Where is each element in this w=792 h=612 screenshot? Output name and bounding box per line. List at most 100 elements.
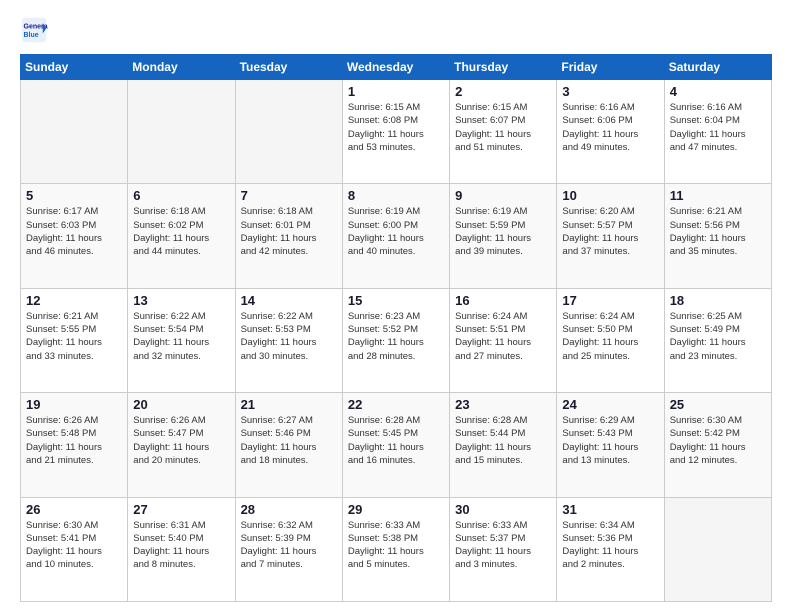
day-info: Sunrise: 6:21 AMSunset: 5:55 PMDaylight:… xyxy=(26,310,122,363)
calendar-table: SundayMondayTuesdayWednesdayThursdayFrid… xyxy=(20,54,772,602)
day-number: 22 xyxy=(348,397,444,412)
calendar-cell: 29 Sunrise: 6:33 AMSunset: 5:38 PMDayligh… xyxy=(342,497,449,601)
day-number: 10 xyxy=(562,188,658,203)
day-info: Sunrise: 6:18 AMSunset: 6:02 PMDaylight:… xyxy=(133,205,229,258)
day-number: 31 xyxy=(562,502,658,517)
calendar-cell: 4 Sunrise: 6:16 AMSunset: 6:04 PMDaylight… xyxy=(664,80,771,184)
calendar-cell xyxy=(235,80,342,184)
calendar-cell: 6 Sunrise: 6:18 AMSunset: 6:02 PMDaylight… xyxy=(128,184,235,288)
day-info: Sunrise: 6:29 AMSunset: 5:43 PMDaylight:… xyxy=(562,414,658,467)
calendar-cell: 1 Sunrise: 6:15 AMSunset: 6:08 PMDaylight… xyxy=(342,80,449,184)
calendar-cell: 2Sunrise: 6:15 AMSunset: 6:07 PMDaylight… xyxy=(450,80,557,184)
calendar-cell: 20 Sunrise: 6:26 AMSunset: 5:47 PMDayligh… xyxy=(128,393,235,497)
day-info: Sunrise: 6:23 AMSunset: 5:52 PMDaylight:… xyxy=(348,310,444,363)
day-info: Sunrise: 6:27 AMSunset: 5:46 PMDaylight:… xyxy=(241,414,337,467)
calendar-week-row: 19 Sunrise: 6:26 AMSunset: 5:48 PMDayligh… xyxy=(21,393,772,497)
header: General Blue xyxy=(20,16,772,44)
day-number: 26 xyxy=(26,502,122,517)
calendar-cell: 10 Sunrise: 6:20 AMSunset: 5:57 PMDayligh… xyxy=(557,184,664,288)
day-number: 19 xyxy=(26,397,122,412)
day-info: Sunrise: 6:25 AMSunset: 5:49 PMDaylight:… xyxy=(670,310,766,363)
logo-icon: General Blue xyxy=(20,16,48,44)
calendar-week-row: 5 Sunrise: 6:17 AMSunset: 6:03 PMDaylight… xyxy=(21,184,772,288)
day-number: 4 xyxy=(670,84,766,99)
day-info: Sunrise: 6:15 AMSunset: 6:08 PMDaylight:… xyxy=(348,101,444,154)
day-info: Sunrise: 6:19 AMSunset: 5:59 PMDaylight:… xyxy=(455,205,551,258)
calendar-cell: 15 Sunrise: 6:23 AMSunset: 5:52 PMDayligh… xyxy=(342,288,449,392)
day-number: 5 xyxy=(26,188,122,203)
day-number: 23 xyxy=(455,397,551,412)
day-info: Sunrise: 6:22 AMSunset: 5:54 PMDaylight:… xyxy=(133,310,229,363)
day-info: Sunrise: 6:21 AMSunset: 5:56 PMDaylight:… xyxy=(670,205,766,258)
day-number: 6 xyxy=(133,188,229,203)
day-info: Sunrise: 6:16 AMSunset: 6:04 PMDaylight:… xyxy=(670,101,766,154)
day-number: 9 xyxy=(455,188,551,203)
calendar-week-row: 1 Sunrise: 6:15 AMSunset: 6:08 PMDaylight… xyxy=(21,80,772,184)
calendar-cell: 26 Sunrise: 6:30 AMSunset: 5:41 PMDayligh… xyxy=(21,497,128,601)
calendar-day-header: Wednesday xyxy=(342,55,449,80)
day-number: 1 xyxy=(348,84,444,99)
day-info: Sunrise: 6:30 AMSunset: 5:42 PMDaylight:… xyxy=(670,414,766,467)
calendar-cell: 23 Sunrise: 6:28 AMSunset: 5:44 PMDayligh… xyxy=(450,393,557,497)
calendar-cell: 5 Sunrise: 6:17 AMSunset: 6:03 PMDaylight… xyxy=(21,184,128,288)
calendar-cell: 22 Sunrise: 6:28 AMSunset: 5:45 PMDayligh… xyxy=(342,393,449,497)
day-number: 15 xyxy=(348,293,444,308)
logo: General Blue xyxy=(20,16,52,44)
calendar-day-header: Sunday xyxy=(21,55,128,80)
page: General Blue SundayMondayTuesdayWednesda… xyxy=(0,0,792,612)
day-info: Sunrise: 6:34 AMSunset: 5:36 PMDaylight:… xyxy=(562,519,658,572)
day-number: 27 xyxy=(133,502,229,517)
calendar-cell: 13Sunrise: 6:22 AMSunset: 5:54 PMDayligh… xyxy=(128,288,235,392)
day-number: 28 xyxy=(241,502,337,517)
calendar-day-header: Monday xyxy=(128,55,235,80)
day-number: 12 xyxy=(26,293,122,308)
calendar-cell: 9 Sunrise: 6:19 AMSunset: 5:59 PMDaylight… xyxy=(450,184,557,288)
day-number: 7 xyxy=(241,188,337,203)
day-number: 17 xyxy=(562,293,658,308)
day-info: Sunrise: 6:28 AMSunset: 5:45 PMDaylight:… xyxy=(348,414,444,467)
calendar-cell: 12 Sunrise: 6:21 AMSunset: 5:55 PMDayligh… xyxy=(21,288,128,392)
calendar-cell: 27 Sunrise: 6:31 AMSunset: 5:40 PMDayligh… xyxy=(128,497,235,601)
day-number: 8 xyxy=(348,188,444,203)
calendar-cell: 8Sunrise: 6:19 AMSunset: 6:00 PMDaylight… xyxy=(342,184,449,288)
day-number: 3 xyxy=(562,84,658,99)
calendar-cell: 18Sunrise: 6:25 AMSunset: 5:49 PMDayligh… xyxy=(664,288,771,392)
calendar-cell xyxy=(21,80,128,184)
calendar-cell: 30Sunrise: 6:33 AMSunset: 5:37 PMDayligh… xyxy=(450,497,557,601)
calendar-cell: 24 Sunrise: 6:29 AMSunset: 5:43 PMDayligh… xyxy=(557,393,664,497)
svg-text:Blue: Blue xyxy=(24,32,39,39)
calendar-day-header: Saturday xyxy=(664,55,771,80)
calendar-cell: 28 Sunrise: 6:32 AMSunset: 5:39 PMDayligh… xyxy=(235,497,342,601)
day-info: Sunrise: 6:30 AMSunset: 5:41 PMDaylight:… xyxy=(26,519,122,572)
calendar-header-row: SundayMondayTuesdayWednesdayThursdayFrid… xyxy=(21,55,772,80)
day-info: Sunrise: 6:26 AMSunset: 5:48 PMDaylight:… xyxy=(26,414,122,467)
calendar-day-header: Tuesday xyxy=(235,55,342,80)
calendar-cell: 11 Sunrise: 6:21 AMSunset: 5:56 PMDayligh… xyxy=(664,184,771,288)
day-number: 16 xyxy=(455,293,551,308)
calendar-cell xyxy=(128,80,235,184)
calendar-cell: 21Sunrise: 6:27 AMSunset: 5:46 PMDayligh… xyxy=(235,393,342,497)
calendar-cell: 25 Sunrise: 6:30 AMSunset: 5:42 PMDayligh… xyxy=(664,393,771,497)
day-number: 11 xyxy=(670,188,766,203)
calendar-day-header: Friday xyxy=(557,55,664,80)
day-number: 14 xyxy=(241,293,337,308)
day-info: Sunrise: 6:33 AMSunset: 5:38 PMDaylight:… xyxy=(348,519,444,572)
day-info: Sunrise: 6:31 AMSunset: 5:40 PMDaylight:… xyxy=(133,519,229,572)
day-info: Sunrise: 6:24 AMSunset: 5:50 PMDaylight:… xyxy=(562,310,658,363)
day-number: 2 xyxy=(455,84,551,99)
day-number: 25 xyxy=(670,397,766,412)
day-info: Sunrise: 6:16 AMSunset: 6:06 PMDaylight:… xyxy=(562,101,658,154)
day-info: Sunrise: 6:26 AMSunset: 5:47 PMDaylight:… xyxy=(133,414,229,467)
calendar-day-header: Thursday xyxy=(450,55,557,80)
day-number: 24 xyxy=(562,397,658,412)
calendar-cell: 7Sunrise: 6:18 AMSunset: 6:01 PMDaylight… xyxy=(235,184,342,288)
calendar-week-row: 12 Sunrise: 6:21 AMSunset: 5:55 PMDayligh… xyxy=(21,288,772,392)
day-info: Sunrise: 6:28 AMSunset: 5:44 PMDaylight:… xyxy=(455,414,551,467)
day-number: 20 xyxy=(133,397,229,412)
day-info: Sunrise: 6:33 AMSunset: 5:37 PMDaylight:… xyxy=(455,519,551,572)
day-info: Sunrise: 6:20 AMSunset: 5:57 PMDaylight:… xyxy=(562,205,658,258)
day-number: 29 xyxy=(348,502,444,517)
calendar-cell: 16Sunrise: 6:24 AMSunset: 5:51 PMDayligh… xyxy=(450,288,557,392)
day-info: Sunrise: 6:32 AMSunset: 5:39 PMDaylight:… xyxy=(241,519,337,572)
day-info: Sunrise: 6:17 AMSunset: 6:03 PMDaylight:… xyxy=(26,205,122,258)
